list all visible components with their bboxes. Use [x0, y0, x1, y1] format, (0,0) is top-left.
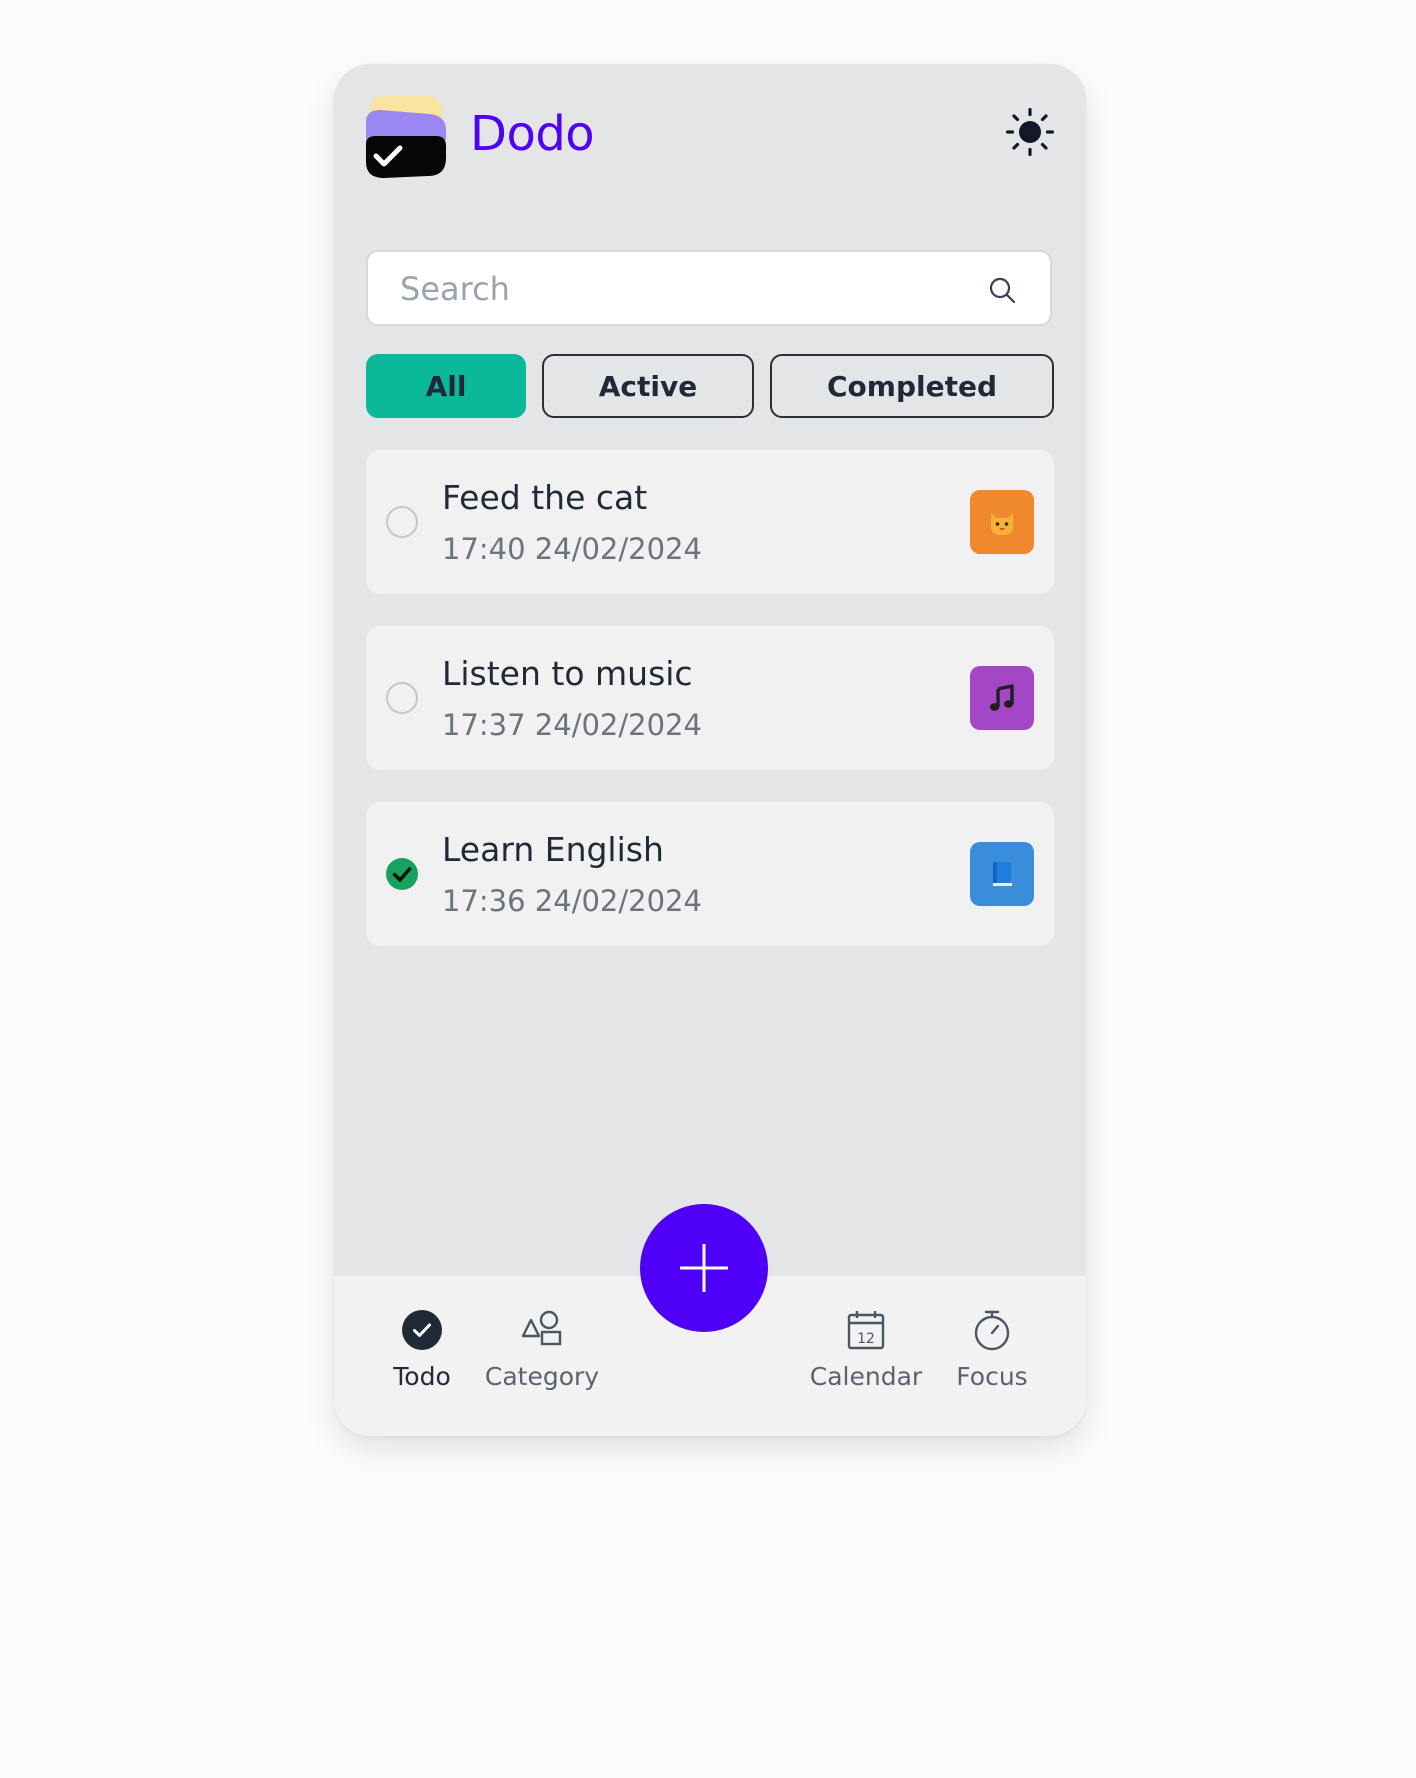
task-item[interactable]: Learn English 17:36 24/02/2024: [366, 802, 1054, 946]
completed-check-icon[interactable]: [386, 858, 418, 890]
stopwatch-icon: [974, 1310, 1010, 1351]
task-checkbox[interactable]: [386, 682, 418, 714]
header: Dodo: [366, 96, 1054, 180]
task-time: 17:37 24/02/2024: [442, 708, 702, 742]
nav-focus-label: Focus: [956, 1362, 1028, 1391]
search-box: [366, 250, 1052, 326]
nav-calendar-label: Calendar: [809, 1362, 923, 1391]
calendar-day-number: 12: [857, 1331, 875, 1347]
task-checkbox[interactable]: [386, 506, 418, 538]
filter-all-button[interactable]: All: [366, 354, 526, 418]
filter-label: Completed: [826, 369, 997, 403]
task-title: Learn English: [442, 830, 664, 869]
add-task-button[interactable]: [640, 1204, 768, 1332]
app-window: Dodo All Active: [334, 64, 1086, 1436]
app-title: Dodo: [470, 106, 595, 162]
category-badge[interactable]: [970, 842, 1034, 906]
filter-active-button[interactable]: Active: [542, 354, 754, 418]
sun-icon[interactable]: [1006, 108, 1054, 156]
nav-todo[interactable]: Todo: [380, 1308, 464, 1418]
nav-category-label: Category: [484, 1362, 600, 1391]
cat-face-icon: [991, 513, 1013, 535]
task-title: Feed the cat: [442, 478, 648, 517]
task-title: Listen to music: [442, 654, 693, 693]
shapes-icon: [521, 1310, 562, 1346]
filter-label: All: [425, 369, 467, 403]
task-item[interactable]: Feed the cat 17:40 24/02/2024: [366, 450, 1054, 594]
category-badge[interactable]: [970, 490, 1034, 554]
calendar-icon: 12: [847, 1311, 885, 1350]
task-item[interactable]: Listen to music 17:37 24/02/2024: [366, 626, 1054, 770]
plus-icon: [680, 1244, 728, 1292]
app-logo: [366, 96, 446, 178]
nav-todo-label: Todo: [393, 1362, 451, 1391]
nav-calendar[interactable]: 12 Calendar: [804, 1308, 928, 1418]
filter-tabs: All Active Completed: [366, 354, 1054, 418]
task-time: 17:40 24/02/2024: [442, 532, 702, 566]
nav-focus[interactable]: Focus: [946, 1308, 1038, 1418]
search-input[interactable]: [398, 252, 962, 326]
category-badge[interactable]: [970, 666, 1034, 730]
filter-completed-button[interactable]: Completed: [770, 354, 1054, 418]
book-icon: [993, 862, 1012, 886]
search-icon[interactable]: [988, 276, 1016, 304]
check-circle-icon: [402, 1310, 442, 1350]
nav-category[interactable]: Category: [482, 1308, 602, 1418]
filter-label: Active: [598, 369, 698, 403]
task-time: 17:36 24/02/2024: [442, 884, 702, 918]
music-note-icon: [989, 684, 1014, 711]
